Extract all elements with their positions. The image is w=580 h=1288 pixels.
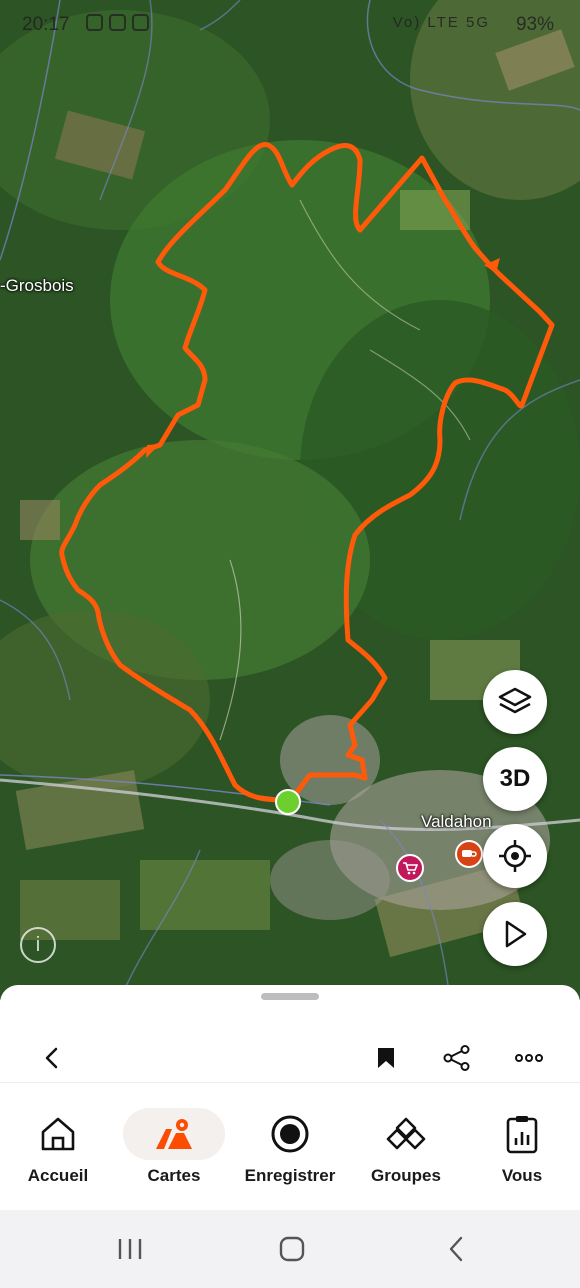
- coffee-cup-icon[interactable]: [455, 840, 483, 868]
- shopping-cart-icon[interactable]: [396, 854, 424, 882]
- status-time: 20:17: [22, 14, 70, 35]
- 3d-label: 3D: [499, 765, 531, 792]
- stats-clipboard-icon: [506, 1116, 538, 1154]
- recent-apps-button[interactable]: [110, 1232, 150, 1266]
- system-back-button[interactable]: [436, 1232, 476, 1266]
- start-marker: [275, 789, 301, 815]
- sheet-drag-handle[interactable]: [261, 993, 319, 1000]
- sheet-toolbar: [0, 1030, 580, 1086]
- bookmark-icon: [378, 1048, 394, 1068]
- map-icon: [156, 1119, 192, 1149]
- chevron-left-icon: [45, 1047, 58, 1069]
- info-button[interactable]: i: [20, 927, 56, 963]
- share-button[interactable]: [435, 1030, 479, 1086]
- nav-item-vous[interactable]: Vous: [464, 1100, 580, 1195]
- nav-label-enregistrer: Enregistrer: [244, 1166, 336, 1185]
- info-icon: i: [35, 933, 41, 956]
- notification-icons: [86, 14, 149, 31]
- crosshair-icon: [499, 840, 531, 872]
- back-icon: [449, 1236, 463, 1262]
- locate-button[interactable]: [483, 824, 547, 888]
- place-label-grosbois: -Grosbois: [0, 276, 74, 295]
- share-icon: [443, 1045, 470, 1071]
- nav-item-enregistrer[interactable]: Enregistrer: [232, 1100, 348, 1195]
- nav-label-groupes: Groupes: [371, 1166, 441, 1185]
- home-icon: [41, 1117, 75, 1151]
- layers-button[interactable]: [483, 670, 547, 734]
- nav-item-groupes[interactable]: Groupes: [348, 1100, 464, 1195]
- nav-item-accueil[interactable]: Accueil: [0, 1100, 116, 1195]
- groups-icon: [386, 1117, 426, 1150]
- nav-icon-wrap: [471, 1108, 573, 1160]
- recent-apps-icon: [118, 1239, 142, 1259]
- nav-icon-wrap: [239, 1108, 341, 1160]
- place-label-valdahon: Valdahon: [421, 812, 492, 831]
- nav-icon-wrap: [355, 1108, 457, 1160]
- instagram-icon: [132, 14, 149, 31]
- toolbar-divider: [0, 1082, 580, 1083]
- system-navigation-bar: [0, 1210, 580, 1288]
- instagram-icon: [86, 14, 103, 31]
- facebook-icon: [109, 14, 126, 31]
- bookmark-button[interactable]: [364, 1030, 408, 1086]
- nav-item-cartes[interactable]: Cartes: [116, 1100, 232, 1195]
- nav-label-cartes: Cartes: [147, 1166, 201, 1185]
- nav-label-vous: Vous: [501, 1166, 543, 1185]
- nav-icon-wrap: [7, 1108, 109, 1160]
- home-button[interactable]: [272, 1232, 312, 1266]
- nav-label-accueil: Accueil: [27, 1166, 89, 1185]
- map-view[interactable]: 20:17 Vo) LTE 5G 93% -Grosbois Valdahon …: [0, 0, 580, 1000]
- home-circle-icon: [279, 1236, 305, 1262]
- nav-icon-wrap: [123, 1108, 225, 1160]
- play-icon: [505, 920, 527, 948]
- play-route-button[interactable]: [483, 902, 547, 966]
- status-bar: 20:17 Vo) LTE 5G 93%: [0, 0, 580, 52]
- network-indicator: Vo) LTE 5G: [392, 14, 490, 31]
- layers-icon: [498, 687, 532, 714]
- more-icon: [515, 1054, 543, 1062]
- battery-level: 93%: [515, 14, 554, 35]
- more-options-button[interactable]: [507, 1030, 551, 1086]
- 3d-toggle-button[interactable]: 3D: [483, 747, 547, 811]
- record-icon: [271, 1115, 309, 1153]
- bottom-navigation: Accueil Cartes Enregistrer Groupes Vous: [0, 1100, 580, 1200]
- back-button[interactable]: [30, 1030, 74, 1086]
